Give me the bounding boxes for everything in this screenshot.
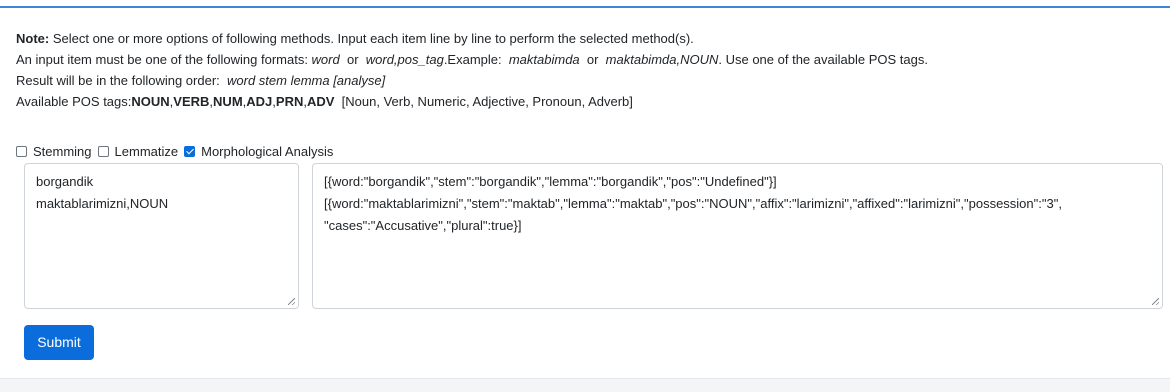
submit-button[interactable]: Submit [24, 325, 94, 360]
instructions: Note: Select one or more options of foll… [16, 28, 1156, 112]
pos-tag: ADJ [246, 94, 273, 109]
pos-tag: NOUN [131, 94, 170, 109]
input-line: borgandik [36, 174, 94, 189]
output-line: "cases":"Accusative","plural":true}] [324, 218, 522, 233]
note-line-4: Available POS tags:NOUN,VERB,NUM,ADJ,PRN… [16, 94, 633, 109]
morphological-analysis-label: Morphological Analysis [201, 144, 334, 159]
pos-tag: PRN [275, 94, 304, 109]
stemming-option[interactable]: Stemming [16, 141, 92, 163]
lemmatize-label: Lemmatize [114, 144, 179, 159]
note-line-1: Note: Select one or more options of foll… [16, 31, 694, 46]
output-line: [{word:"borgandik","stem":"borgandik","l… [324, 174, 777, 189]
note-line-3: Result will be in the following order: w… [16, 73, 386, 88]
stemming-label: Stemming [33, 144, 92, 159]
resize-handle-icon[interactable] [288, 298, 295, 305]
input-textarea[interactable]: borgandik maktablarimizni,NOUN [24, 163, 299, 309]
note-label: Note: [16, 31, 50, 46]
output-textarea[interactable]: [{word:"borgandik","stem":"borgandik","l… [312, 163, 1163, 309]
note-line-2: An input item must be one of the followi… [16, 52, 928, 67]
stemming-checkbox[interactable] [16, 145, 27, 157]
lemmatize-checkbox[interactable] [97, 145, 109, 157]
lemmatize-option[interactable]: Lemmatize [97, 141, 179, 163]
pos-tag: VERB [173, 94, 210, 109]
morphological-analysis-checkbox[interactable] [184, 145, 196, 157]
footer-band [0, 378, 1170, 392]
input-line: maktablarimizni,NOUN [36, 196, 169, 211]
top-divider [0, 6, 1170, 8]
output-line: [{word:"maktablarimizni","stem":"maktab"… [324, 196, 1062, 211]
pos-tag: NUM [213, 94, 243, 109]
morphological-analysis-option[interactable]: Morphological Analysis [184, 141, 333, 163]
pos-tag: ADV [307, 94, 335, 109]
method-options: Stemming Lemmatize Morphological Analysi… [16, 141, 339, 163]
resize-handle-icon[interactable] [1152, 298, 1159, 305]
